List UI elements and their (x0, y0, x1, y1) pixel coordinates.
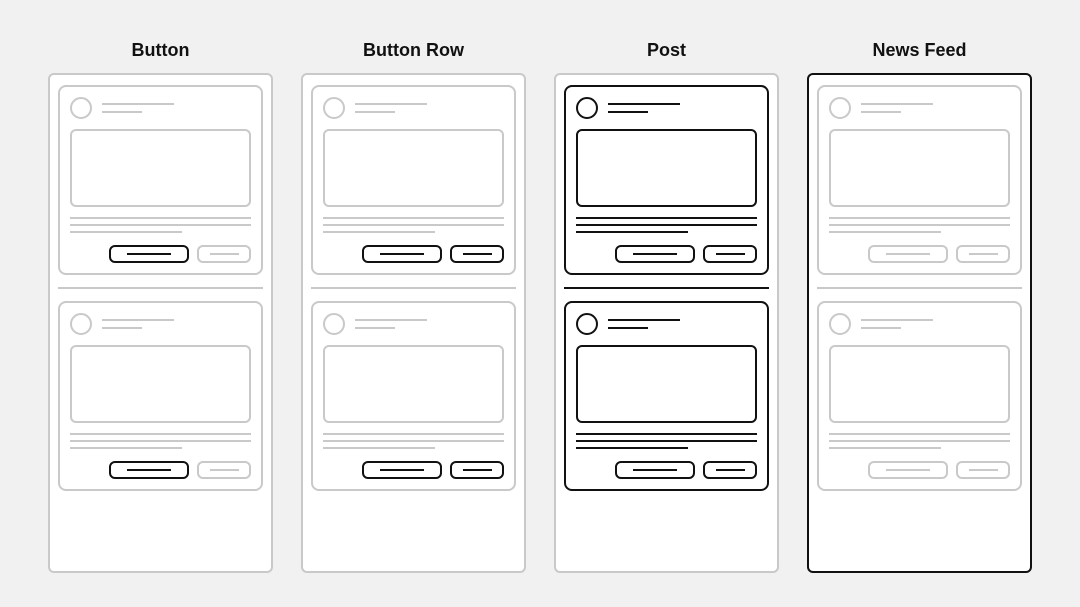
post-media (576, 345, 757, 423)
post-header (323, 313, 504, 335)
post-body (70, 217, 251, 233)
phone-frame (554, 73, 779, 573)
button-row (576, 245, 757, 263)
primary-button[interactable] (109, 245, 189, 263)
post-card (58, 301, 263, 491)
primary-button[interactable] (109, 461, 189, 479)
column-news-feed: News Feed (807, 40, 1032, 573)
post-card (311, 301, 516, 491)
post-card (564, 85, 769, 275)
button-row (70, 461, 251, 479)
column-button-row: Button Row (301, 40, 526, 573)
author-text (102, 319, 174, 329)
avatar-icon (576, 97, 598, 119)
post-header (576, 313, 757, 335)
post-media (323, 345, 504, 423)
feed-divider (564, 287, 769, 289)
secondary-button[interactable] (703, 461, 757, 479)
author-text (102, 103, 174, 113)
post-header (70, 313, 251, 335)
post-header (323, 97, 504, 119)
secondary-button[interactable] (197, 461, 251, 479)
post-body (576, 433, 757, 449)
avatar-icon (829, 313, 851, 335)
author-text (608, 103, 680, 113)
post-body (323, 433, 504, 449)
phone-frame (301, 73, 526, 573)
post-body (829, 433, 1010, 449)
author-text (355, 103, 427, 113)
post-card (817, 85, 1022, 275)
author-text (861, 103, 933, 113)
button-row (829, 461, 1010, 479)
post-body (829, 217, 1010, 233)
post-header (70, 97, 251, 119)
post-header (829, 97, 1010, 119)
post-header (829, 313, 1010, 335)
phone-frame (48, 73, 273, 573)
avatar-icon (576, 313, 598, 335)
post-card (817, 301, 1022, 491)
author-text (355, 319, 427, 329)
button-row (829, 245, 1010, 263)
secondary-button[interactable] (956, 245, 1010, 263)
avatar-icon (70, 97, 92, 119)
feed-divider (311, 287, 516, 289)
post-body (323, 217, 504, 233)
column-title: Button Row (363, 40, 464, 61)
diagram-stage: Button (0, 0, 1080, 573)
secondary-button[interactable] (197, 245, 251, 263)
post-body (576, 217, 757, 233)
secondary-button[interactable] (956, 461, 1010, 479)
post-media (70, 345, 251, 423)
feed-divider (817, 287, 1022, 289)
primary-button[interactable] (362, 461, 442, 479)
post-media (576, 129, 757, 207)
post-media (829, 129, 1010, 207)
primary-button[interactable] (868, 245, 948, 263)
post-media (70, 129, 251, 207)
column-title: Post (647, 40, 686, 61)
button-row (70, 245, 251, 263)
feed-divider (58, 287, 263, 289)
button-row (323, 461, 504, 479)
secondary-button[interactable] (703, 245, 757, 263)
avatar-icon (70, 313, 92, 335)
column-button: Button (48, 40, 273, 573)
primary-button[interactable] (362, 245, 442, 263)
secondary-button[interactable] (450, 245, 504, 263)
button-row (323, 245, 504, 263)
post-card (58, 85, 263, 275)
avatar-icon (323, 97, 345, 119)
phone-frame (807, 73, 1032, 573)
primary-button[interactable] (868, 461, 948, 479)
post-header (576, 97, 757, 119)
author-text (608, 319, 680, 329)
post-media (323, 129, 504, 207)
primary-button[interactable] (615, 245, 695, 263)
post-media (829, 345, 1010, 423)
avatar-icon (323, 313, 345, 335)
secondary-button[interactable] (450, 461, 504, 479)
post-card (311, 85, 516, 275)
author-text (861, 319, 933, 329)
post-body (70, 433, 251, 449)
column-post: Post (554, 40, 779, 573)
button-row (576, 461, 757, 479)
avatar-icon (829, 97, 851, 119)
column-title: Button (132, 40, 190, 61)
post-card (564, 301, 769, 491)
column-title: News Feed (872, 40, 966, 61)
primary-button[interactable] (615, 461, 695, 479)
